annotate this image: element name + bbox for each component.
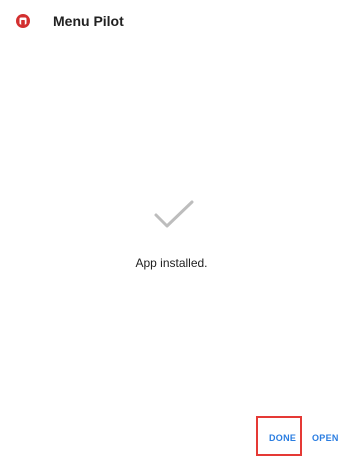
install-status-text: App installed. [135,256,208,270]
app-logo-icon [16,14,30,28]
app-title: Menu Pilot [53,13,124,29]
open-button[interactable]: OPEN [312,432,339,444]
app-header: Menu Pilot [0,0,343,44]
done-button[interactable]: DONE [269,432,296,444]
checkmark-icon [154,200,194,228]
